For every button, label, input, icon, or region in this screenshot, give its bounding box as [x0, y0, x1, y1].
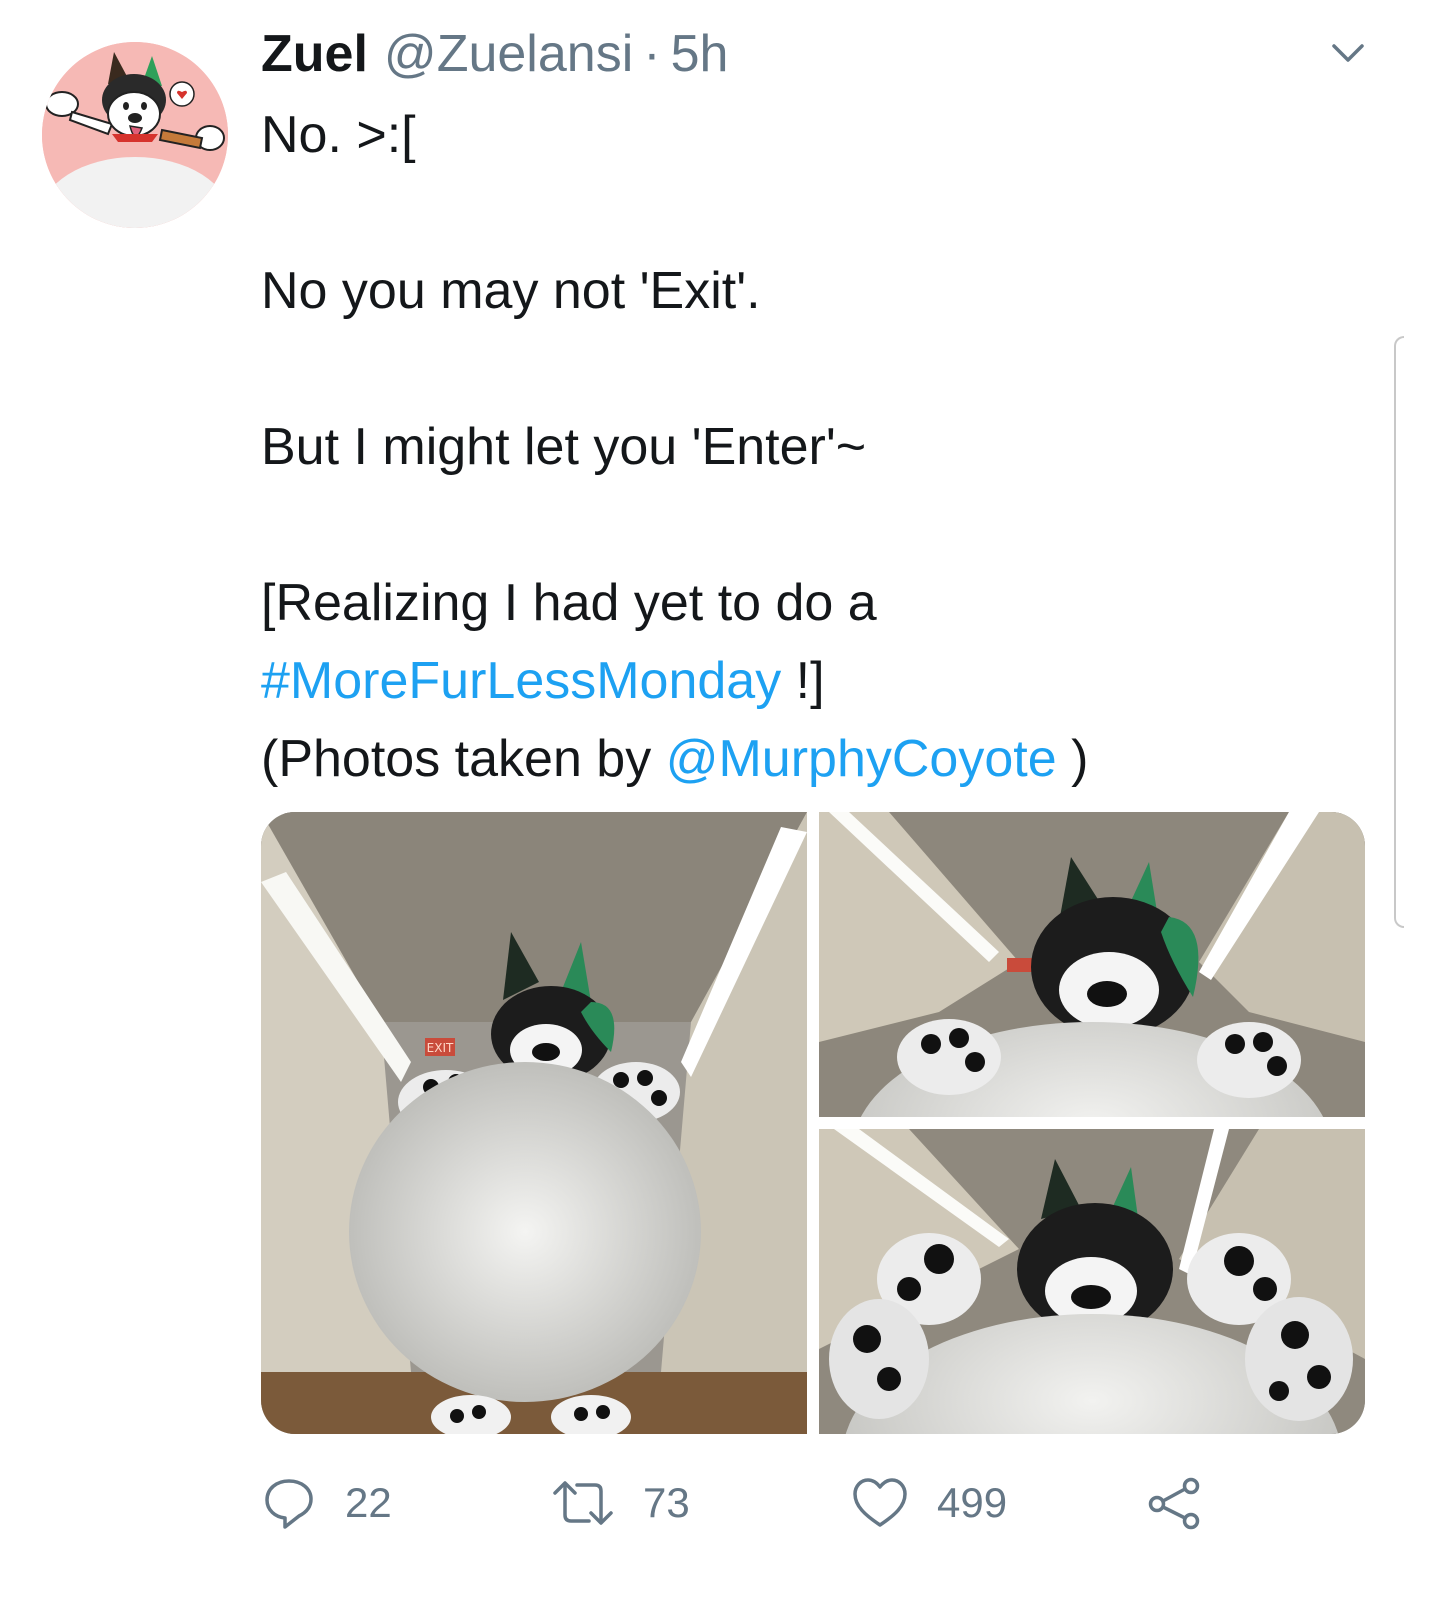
reply-button[interactable]: 22 [261, 1466, 392, 1540]
photo-3[interactable] [819, 1129, 1365, 1434]
tweet-line: [Realizing I had yet to do a [261, 574, 877, 632]
tweet-line: (Photos taken by @MurphyCoyote ) [261, 720, 1371, 798]
separator-dot: · [643, 25, 661, 83]
media-grid: EXIT [261, 812, 1365, 1434]
tweet-line-suffix: ) [1056, 730, 1089, 788]
avatar[interactable] [42, 42, 228, 228]
share-icon [1148, 1477, 1200, 1530]
photo-2[interactable] [819, 812, 1365, 1117]
like-count: 499 [937, 1479, 1008, 1526]
mention-link[interactable]: @MurphyCoyote [666, 730, 1057, 788]
tweet-header: Zuel @Zuelansi · 5h [261, 22, 728, 86]
more-options-button[interactable] [1325, 30, 1371, 76]
tweet-line: No. >:[ [261, 106, 416, 164]
tweet-line: But I might let you 'Enter'~ [261, 418, 867, 476]
hashtag-link[interactable]: #MoreFurLessMonday [261, 652, 781, 710]
retweet-button[interactable]: 73 [551, 1466, 690, 1540]
timestamp[interactable]: 5h [671, 22, 729, 86]
reply-count: 22 [345, 1479, 392, 1526]
photo-1[interactable]: EXIT [261, 812, 807, 1434]
like-button[interactable]: 499 [851, 1466, 1007, 1540]
author-handle[interactable]: @Zuelansi [384, 22, 633, 86]
chevron-down-icon [1332, 44, 1364, 62]
retweet-count: 73 [643, 1479, 690, 1526]
avatar-image [42, 42, 228, 228]
retweet-icon [553, 1481, 613, 1525]
tweet-line-prefix: (Photos taken by [261, 730, 666, 788]
tweet-line-suffix: !] [781, 652, 825, 710]
tweet-line: No you may not 'Exit'. [261, 262, 761, 320]
tweet-line: #MoreFurLessMonday !] [261, 642, 1371, 720]
heart-icon [853, 1478, 907, 1527]
share-button[interactable] [1145, 1466, 1205, 1540]
hallway-photo [819, 812, 1365, 1117]
exit-sign: EXIT [427, 1041, 454, 1055]
tweet-text: No. >:[ No you may not 'Exit'. But I mig… [261, 96, 1371, 798]
hallway-photo [819, 1129, 1365, 1434]
tweet-actions: 22 73 499 [261, 1466, 1261, 1540]
scrollbar[interactable] [1394, 336, 1404, 928]
hallway-photo: EXIT [261, 812, 807, 1434]
reply-icon [265, 1479, 313, 1529]
author-name[interactable]: Zuel [261, 22, 368, 86]
